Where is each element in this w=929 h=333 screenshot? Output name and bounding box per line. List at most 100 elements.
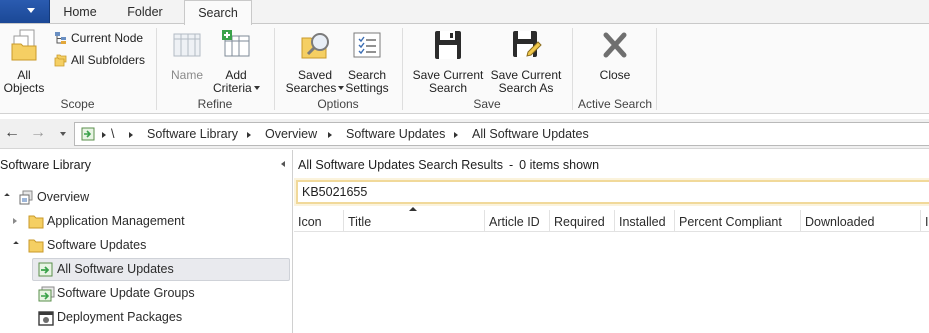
name-label: Name xyxy=(170,68,203,82)
column-header-title[interactable]: Title xyxy=(344,210,485,232)
save-current-search-label-2: Search xyxy=(428,81,468,95)
group-active-search: Close Active Search xyxy=(573,24,657,114)
tree-node-icon xyxy=(55,32,66,44)
history-dropdown-button[interactable] xyxy=(60,132,66,136)
close-search-button[interactable]: Close xyxy=(590,28,640,82)
name-column-icon xyxy=(173,33,201,57)
sort-ascending-icon xyxy=(409,207,417,211)
column-header-article-id[interactable]: Article ID xyxy=(485,210,550,232)
chevron-right-icon xyxy=(328,132,332,138)
group-scope: All Objects Current Node All Subfolders … xyxy=(0,24,155,114)
current-node-button[interactable]: Current Node xyxy=(54,30,143,46)
saved-searches-icon xyxy=(301,33,329,59)
column-header-icon[interactable]: Icon xyxy=(294,210,344,232)
results-separator: - xyxy=(508,158,514,172)
collapse-pane-button[interactable] xyxy=(281,161,285,167)
add-criteria-icon xyxy=(222,30,250,57)
breadcrumb-overview[interactable]: Overview xyxy=(265,127,317,141)
breadcrumb-root[interactable]: \ xyxy=(111,127,114,141)
save-current-search-button[interactable]: Save Current Search xyxy=(411,28,485,95)
all-subfolders-label: All Subfolders xyxy=(71,53,146,67)
saved-searches-button[interactable]: Saved Searches xyxy=(281,28,349,95)
update-group-icon xyxy=(38,286,55,302)
address-field[interactable]: \ Software Library Overview Software Upd… xyxy=(74,122,929,146)
all-objects-icon xyxy=(11,29,37,61)
folder-icon xyxy=(28,239,44,253)
name-button[interactable]: Name xyxy=(165,28,209,82)
breadcrumb-software-library[interactable]: Software Library xyxy=(147,127,238,141)
tree-item-label: Software Update Groups xyxy=(57,286,195,300)
navigation-pane-title: Software Library xyxy=(0,158,92,172)
save-current-search-as-label-2: Search As xyxy=(498,81,554,95)
results-title: All Software Updates Search Results xyxy=(298,158,503,172)
breadcrumb-software-updates[interactable]: Software Updates xyxy=(346,127,445,141)
group-title-options: Options xyxy=(317,97,359,111)
forward-button[interactable]: → xyxy=(30,125,46,141)
tab-folder[interactable]: Folder xyxy=(110,0,180,24)
search-settings-icon xyxy=(353,32,381,58)
expand-arrow-icon[interactable] xyxy=(13,218,17,224)
overview-icon xyxy=(19,190,33,205)
saved-searches-label-2: Searches xyxy=(285,81,337,95)
chevron-right-icon xyxy=(247,132,251,138)
column-header-required[interactable]: Required xyxy=(550,210,615,232)
subfolders-icon xyxy=(54,54,67,67)
tab-home[interactable]: Home xyxy=(52,0,108,24)
group-title-save: Save xyxy=(473,97,501,111)
tree-item-software-updates[interactable]: Software Updates xyxy=(2,234,282,257)
divider xyxy=(656,28,657,110)
save-current-search-as-button[interactable]: Save Current Search As xyxy=(487,28,565,95)
add-criteria-button[interactable]: Add Criteria xyxy=(213,28,260,95)
current-node-label: Current Node xyxy=(71,31,144,45)
save-icon xyxy=(435,31,461,59)
column-header-truncated[interactable]: I xyxy=(921,210,929,232)
application-menu-button[interactable] xyxy=(0,0,50,23)
group-title-active-search: Active Search xyxy=(577,97,653,111)
tree-item-all-software-updates[interactable]: All Software Updates xyxy=(32,258,290,281)
ribbon: All Objects Current Node All Subfolders … xyxy=(0,24,929,114)
breadcrumb-all-software-updates[interactable]: All Software Updates xyxy=(472,127,589,141)
chevron-right-icon xyxy=(129,132,133,138)
expand-arrow-icon[interactable] xyxy=(4,193,10,199)
column-header-row: Icon Title Article ID Required Installed… xyxy=(294,207,929,232)
tree-item-label: Application Management xyxy=(47,214,185,228)
close-label: Close xyxy=(599,68,631,82)
chevron-down-icon xyxy=(27,8,35,13)
search-settings-label-2: Settings xyxy=(345,81,389,95)
group-options: Saved Searches Search Settings Options xyxy=(275,24,401,114)
results-header: All Software Updates Search Results -0 it… xyxy=(298,158,599,172)
tree-item-software-update-groups[interactable]: Software Update Groups xyxy=(32,282,290,305)
tree-item-deployment-packages[interactable]: Deployment Packages xyxy=(32,306,290,329)
search-settings-button[interactable]: Search Settings xyxy=(343,28,391,95)
close-icon xyxy=(603,32,627,58)
deployment-package-icon xyxy=(38,311,54,326)
group-title-scope: Scope xyxy=(60,97,95,111)
results-pane: All Software Updates Search Results -0 it… xyxy=(294,150,929,333)
folder-icon xyxy=(28,215,44,229)
tab-search[interactable]: Search xyxy=(184,0,252,25)
add-criteria-label-2: Criteria xyxy=(213,81,252,95)
chevron-down-icon xyxy=(253,86,260,90)
group-title-refine: Refine xyxy=(197,97,233,111)
tree-item-label: Software Updates xyxy=(47,238,147,252)
tree-item-label: All Software Updates xyxy=(57,262,174,276)
tree-item-label: Deployment Packages xyxy=(57,310,183,324)
group-save: Save Current Search Save Current Search … xyxy=(403,24,571,114)
column-header-downloaded[interactable]: Downloaded xyxy=(801,210,921,232)
tree-item-overview[interactable]: Overview xyxy=(2,186,282,209)
column-header-installed[interactable]: Installed xyxy=(615,210,675,232)
all-subfolders-button[interactable]: All Subfolders xyxy=(54,52,145,68)
expand-arrow-icon[interactable] xyxy=(13,241,19,247)
save-as-icon xyxy=(513,31,542,57)
back-button[interactable]: ← xyxy=(4,125,20,141)
software-updates-icon xyxy=(38,262,53,277)
ribbon-tab-bar: Home Folder Search xyxy=(0,0,929,25)
search-input[interactable]: KB5021655 xyxy=(296,180,929,204)
group-refine: Name Add Criteria Refine xyxy=(157,24,273,114)
results-count: 0 items shown xyxy=(519,158,600,172)
tree-item-application-management[interactable]: Application Management xyxy=(2,210,282,233)
all-objects-button[interactable]: All Objects xyxy=(2,28,46,95)
navigation-pane: Software Library Overview Application Ma… xyxy=(0,150,293,333)
column-header-percent-compliant[interactable]: Percent Compliant xyxy=(675,210,801,232)
tree-item-label: Overview xyxy=(37,190,90,204)
